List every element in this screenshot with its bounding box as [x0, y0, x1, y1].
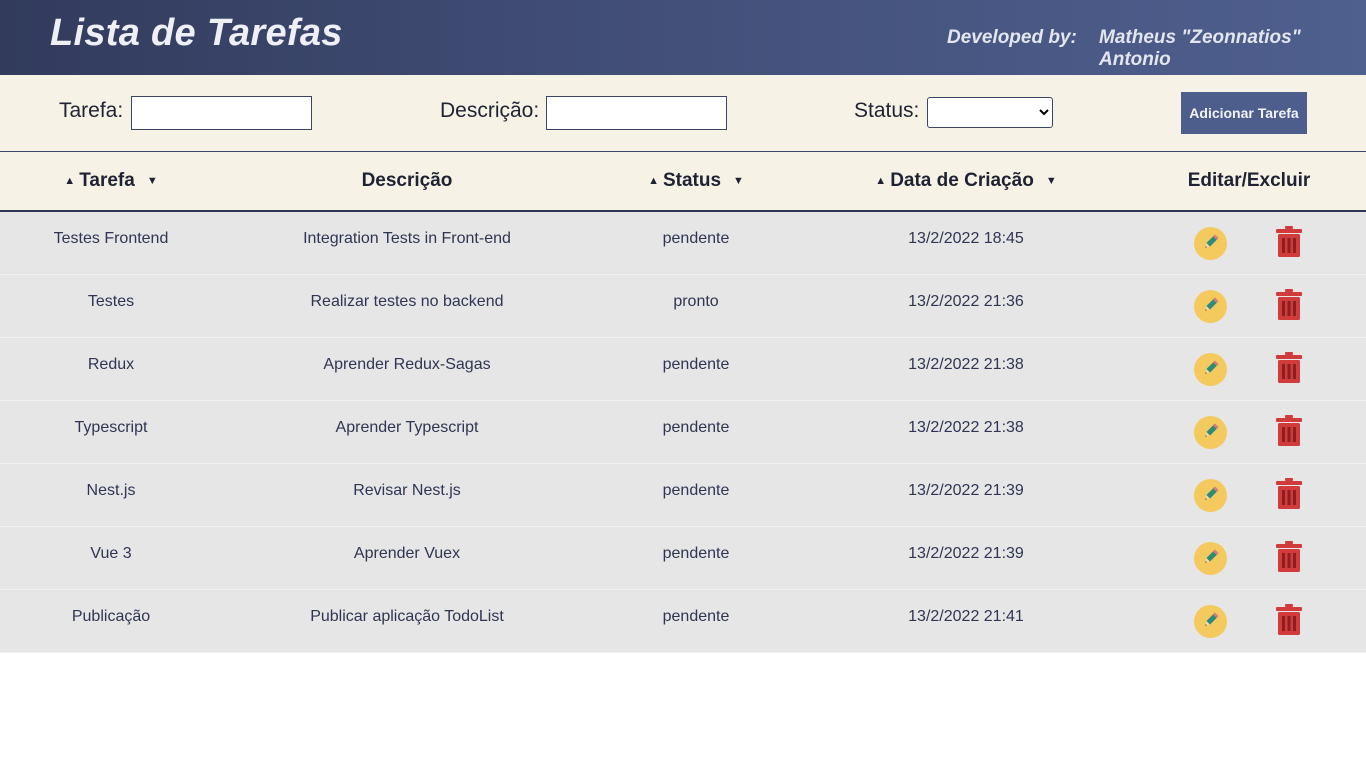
pencil-icon — [1201, 421, 1221, 444]
status-select[interactable] — [927, 97, 1053, 128]
pencil-icon — [1201, 232, 1221, 255]
pencil-icon — [1201, 610, 1221, 633]
delete-button[interactable] — [1275, 352, 1303, 384]
table-row: Typescript Aprender Typescript pendente 13/… — [0, 401, 1366, 464]
column-header-task[interactable]: ▲ Tarefa ▼ — [0, 152, 222, 210]
status-label: Status: — [854, 99, 920, 122]
sort-down-icon[interactable]: ▼ — [147, 152, 158, 210]
column-header-description-label: Descrição — [361, 170, 453, 191]
sort-up-icon[interactable]: ▲ — [648, 152, 659, 210]
delete-button[interactable] — [1275, 541, 1303, 573]
delete-button[interactable] — [1275, 226, 1303, 258]
row-status: pendente — [662, 545, 730, 562]
row-task: Publicação — [71, 608, 151, 625]
column-header-created-at-label: Data de Criação — [890, 170, 1034, 191]
row-task: Testes Frontend — [53, 230, 169, 247]
column-header-status[interactable]: ▲ Status ▼ — [592, 152, 800, 210]
row-status: pronto — [673, 293, 719, 310]
delete-button[interactable] — [1275, 289, 1303, 321]
pencil-icon — [1201, 358, 1221, 381]
column-header-description: Descrição — [222, 152, 592, 210]
sort-down-icon[interactable]: ▼ — [1046, 152, 1057, 210]
pencil-icon — [1201, 484, 1221, 507]
delete-button[interactable] — [1275, 478, 1303, 510]
row-description: Aprender Vuex — [353, 545, 461, 562]
trash-icon — [1275, 226, 1303, 261]
description-label: Descrição: — [440, 99, 540, 122]
developed-by-label: Developed by: — [947, 27, 1077, 48]
table-body: Testes Frontend Integration Tests in Fron… — [0, 212, 1366, 653]
column-header-status-label: Status — [662, 170, 722, 191]
sort-up-icon[interactable]: ▲ — [64, 152, 75, 210]
row-status: pendente — [662, 230, 730, 247]
table-row: Nest.js Revisar Nest.js pendente 13/2/2022 … — [0, 464, 1366, 527]
edit-button[interactable] — [1194, 227, 1227, 260]
row-status: pendente — [662, 482, 730, 499]
row-status: pendente — [662, 608, 730, 625]
edit-button[interactable] — [1194, 290, 1227, 323]
row-created-at: 13/2/2022 21:41 — [908, 608, 1024, 625]
row-description: Aprender Typescript — [335, 419, 479, 436]
app-header: Lista de Tarefas Developed by: Matheus "… — [0, 0, 1366, 75]
table-row: Testes Realizar testes no backend pronto 13… — [0, 275, 1366, 338]
trash-icon — [1275, 289, 1303, 324]
sort-up-icon[interactable]: ▲ — [875, 152, 886, 210]
row-status: pendente — [662, 356, 730, 373]
task-label: Tarefa: — [59, 99, 124, 122]
table-row: Vue 3 Aprender Vuex pendente 13/2/2022 21:3… — [0, 527, 1366, 590]
row-description: Revisar Nest.js — [353, 482, 461, 499]
sort-down-icon[interactable]: ▼ — [733, 152, 744, 210]
row-task: Nest.js — [86, 482, 136, 499]
column-header-created-at[interactable]: ▲ Data de Criação ▼ — [800, 152, 1132, 210]
add-task-button[interactable]: Adicionar Tarefa — [1181, 92, 1307, 134]
trash-icon — [1275, 415, 1303, 450]
developer-name: Matheus "Zeonnatios" Antonio — [1099, 27, 1301, 70]
table-header: ▲ Tarefa ▼ Descrição ▲ Status ▼ ▲ Data d… — [0, 152, 1366, 212]
row-description: Integration Tests in Front-end — [303, 230, 511, 247]
row-status: pendente — [662, 419, 730, 436]
row-created-at: 13/2/2022 21:38 — [908, 356, 1024, 373]
row-description: Realizar testes no backend — [310, 293, 504, 310]
edit-button[interactable] — [1194, 479, 1227, 512]
row-created-at: 13/2/2022 21:38 — [908, 419, 1024, 436]
edit-button[interactable] — [1194, 416, 1227, 449]
row-description: Publicar aplicação TodoList — [310, 608, 504, 625]
trash-icon — [1275, 352, 1303, 387]
pencil-icon — [1201, 547, 1221, 570]
trash-icon — [1275, 541, 1303, 576]
delete-button[interactable] — [1275, 415, 1303, 447]
app-title: Lista de Tarefas — [50, 12, 343, 54]
trash-icon — [1275, 478, 1303, 513]
row-task: Typescript — [74, 419, 148, 436]
pencil-icon — [1201, 295, 1221, 318]
row-task: Vue 3 — [90, 545, 132, 562]
column-header-actions-label: Editar/Excluir — [1187, 170, 1311, 191]
row-created-at: 13/2/2022 18:45 — [908, 230, 1024, 247]
delete-button[interactable] — [1275, 604, 1303, 636]
row-description: Aprender Redux-Sagas — [323, 356, 491, 373]
edit-button[interactable] — [1194, 542, 1227, 575]
task-input[interactable] — [131, 96, 312, 130]
description-input[interactable] — [546, 96, 727, 130]
row-created-at: 13/2/2022 21:36 — [908, 293, 1024, 310]
table-row: Redux Aprender Redux-Sagas pendente 13/2/20… — [0, 338, 1366, 401]
row-task: Testes — [87, 293, 135, 310]
edit-button[interactable] — [1194, 605, 1227, 638]
row-created-at: 13/2/2022 21:39 — [908, 482, 1024, 499]
edit-button[interactable] — [1194, 353, 1227, 386]
table-row: Publicação Publicar aplicação TodoList pen… — [0, 590, 1366, 653]
column-header-task-label: Tarefa — [79, 170, 135, 191]
column-header-actions: Editar/Excluir — [1132, 152, 1366, 210]
row-task: Redux — [87, 356, 135, 373]
row-created-at: 13/2/2022 21:39 — [908, 545, 1024, 562]
task-form: Tarefa: Descrição: Status: Adicionar Tar… — [0, 75, 1366, 152]
table-row: Testes Frontend Integration Tests in Fron… — [0, 212, 1366, 275]
trash-icon — [1275, 604, 1303, 639]
